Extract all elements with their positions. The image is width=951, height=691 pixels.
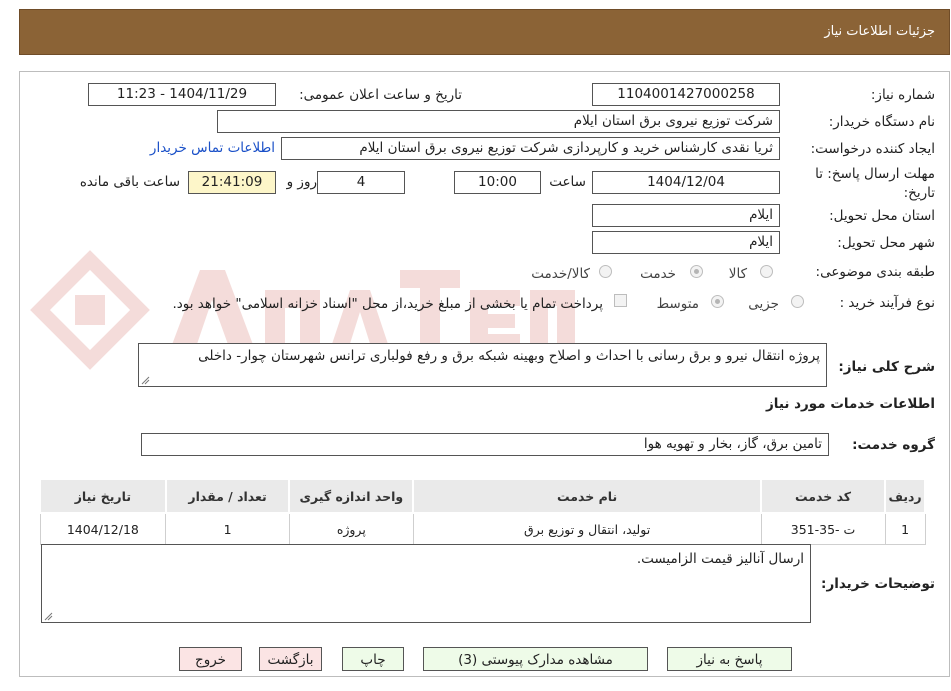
category-radio-service[interactable] [690, 265, 703, 278]
col-service-code: کد خدمت [760, 478, 887, 514]
buyer-org-field[interactable]: شرکت توزیع نیروی برق استان ایلام [217, 110, 780, 133]
view-attachments-button[interactable]: مشاهده مدارک پیوستی (3) [423, 647, 648, 671]
description-textarea[interactable]: پروژه انتقال نیرو و برق رسانی با احداث و… [138, 343, 827, 387]
col-quantity: تعداد / مقدار [164, 478, 291, 514]
process-option-medium: متوسط [656, 296, 699, 312]
cell-need-date: 1404/12/18 [39, 512, 167, 545]
city-field[interactable]: ایلام [592, 231, 780, 254]
resize-grip-icon[interactable] [140, 375, 150, 385]
col-row: ردیف [884, 478, 926, 514]
creator-label: ایجاد کننده درخواست: [810, 141, 935, 157]
buyer-notes-label: توضیحات خریدار: [821, 576, 935, 592]
cell-row: 1 [884, 512, 926, 545]
announce-field[interactable]: 1404/11/29 - 11:23 [88, 83, 276, 106]
category-label: طبقه بندی موضوعی: [815, 264, 935, 280]
deadline-time-field[interactable]: 10:00 [454, 171, 541, 194]
treasury-payment-checkbox[interactable] [614, 294, 627, 307]
services-section-title: اطلاعات خدمات مورد نیاز [765, 396, 935, 412]
exit-button[interactable]: خروج [179, 647, 242, 671]
page-title: جزئیات اطلاعات نیاز [824, 24, 935, 39]
days-label: روز و [286, 174, 317, 190]
category-option-goods-service: کالا/خدمت [531, 266, 590, 282]
announce-label: تاریخ و ساعت اعلان عمومی: [299, 87, 462, 103]
cell-service-name: تولید، انتقال و توزیع برق [412, 512, 762, 545]
buyer-org-label: نام دستگاه خریدار: [828, 114, 935, 130]
back-button[interactable]: بازگشت [259, 647, 322, 671]
resize-grip-icon[interactable] [43, 611, 53, 621]
need-number-label: شماره نیاز: [870, 87, 935, 103]
service-group-field[interactable]: تامین برق، گاز، بخار و تهویه هوا [141, 433, 829, 456]
buyer-contact-link[interactable]: اطلاعات تماس خریدار [150, 140, 275, 156]
province-label: استان محل تحویل: [829, 208, 935, 224]
description-label: شرح کلی نیاز: [838, 359, 935, 375]
table-row[interactable]: 1 ت -35-351 تولید، انتقال و توزیع برق پر… [39, 512, 926, 545]
buyer-notes-text: ارسال آنالیز قیمت الزامیست. [636, 551, 804, 567]
province-field[interactable]: ایلام [592, 204, 780, 227]
page-header: جزئیات اطلاعات نیاز [19, 9, 950, 55]
treasury-payment-note: پرداخت تمام یا بخشی از مبلغ خرید،از محل … [172, 296, 603, 312]
col-service-name: نام خدمت [412, 478, 763, 514]
cell-unit: پروژه [288, 512, 414, 545]
category-radio-goods-service[interactable] [599, 265, 612, 278]
reply-button[interactable]: پاسخ به نیاز [667, 647, 792, 671]
col-need-date: تاریخ نیاز [39, 478, 167, 514]
need-number-field[interactable]: 1104001427000258 [592, 83, 780, 106]
deadline-date-field[interactable]: 1404/12/04 [592, 171, 780, 194]
process-label: نوع فرآیند خرید : [839, 295, 935, 311]
deadline-time-label: ساعت [549, 174, 586, 190]
city-label: شهر محل تحویل: [837, 235, 935, 251]
description-text: پروژه انتقال نیرو و برق رسانی با احداث و… [198, 348, 820, 364]
cell-quantity: 1 [165, 512, 290, 545]
cell-service-code: ت -35-351 [760, 512, 886, 545]
remaining-time-field[interactable]: 21:41:09 [188, 171, 276, 194]
print-button[interactable]: چاپ [342, 647, 404, 671]
process-option-minor: جزیی [748, 296, 779, 312]
process-radio-medium[interactable] [711, 295, 724, 308]
category-option-service: خدمت [640, 266, 676, 282]
days-field[interactable]: 4 [317, 171, 405, 194]
col-unit: واحد اندازه گیری [288, 478, 415, 514]
remaining-time-label: ساعت باقی مانده [79, 174, 180, 190]
buyer-notes-textarea[interactable]: ارسال آنالیز قیمت الزامیست. [41, 544, 811, 623]
services-table-header: ردیف کد خدمت نام خدمت واحد اندازه گیری ت… [39, 478, 926, 514]
service-group-label: گروه خدمت: [852, 437, 935, 453]
creator-field[interactable]: ثریا نقدی کارشناس خرید و کارپردازی شرکت … [281, 137, 780, 160]
deadline-label: مهلت ارسال پاسخ: تا تاریخ: [815, 166, 935, 201]
category-radio-goods[interactable] [760, 265, 773, 278]
category-option-goods: کالا [728, 266, 747, 282]
services-table: ردیف کد خدمت نام خدمت واحد اندازه گیری ت… [39, 478, 926, 545]
process-radio-minor[interactable] [791, 295, 804, 308]
